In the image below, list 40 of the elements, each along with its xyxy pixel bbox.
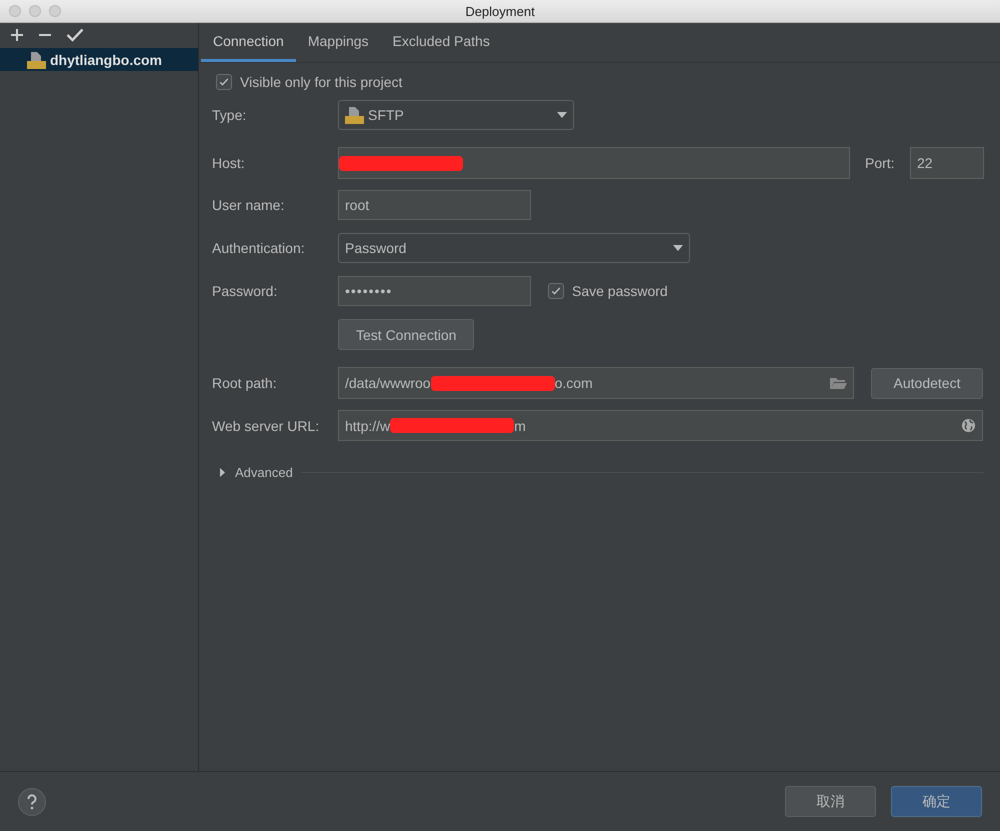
checkbox[interactable] bbox=[216, 74, 232, 90]
globe-icon[interactable] bbox=[961, 418, 976, 433]
check-mark-icon bbox=[550, 285, 562, 297]
cancel-button[interactable]: 取消 bbox=[785, 786, 876, 817]
field-label: User name: bbox=[212, 197, 286, 213]
checkbox-label: Save password bbox=[572, 283, 668, 299]
tab[interactable]: Connection bbox=[201, 23, 296, 62]
field-label: Password: bbox=[212, 283, 278, 299]
type-dropdown[interactable]: SFTP bbox=[338, 100, 574, 130]
password-field[interactable]: •••••••• bbox=[338, 276, 531, 306]
field-label: Type: bbox=[212, 107, 248, 123]
window-title: Deployment bbox=[465, 4, 535, 18]
check-mark-icon bbox=[218, 76, 230, 88]
authentication-dropdown[interactable]: Password bbox=[338, 233, 690, 263]
expand-arrow-icon[interactable] bbox=[218, 468, 227, 477]
field-label: Host: bbox=[212, 155, 246, 171]
caret-icon bbox=[673, 245, 683, 251]
port-field[interactable]: 22 bbox=[910, 147, 984, 179]
host-field[interactable] bbox=[338, 147, 850, 179]
field-label: Root path: bbox=[212, 375, 278, 391]
field-label: Port: bbox=[865, 155, 896, 171]
autodetect-button[interactable]: Autodetect bbox=[871, 368, 983, 398]
server-item[interactable]: dhytliangbo.com bbox=[0, 48, 198, 71]
root-path-field[interactable]: /data/wwwroo o.com bbox=[338, 367, 854, 399]
folder-icon[interactable] bbox=[829, 376, 847, 390]
section-label[interactable]: Advanced bbox=[235, 465, 293, 480]
test-connection-button[interactable]: Test Connection bbox=[338, 319, 474, 350]
add-icon[interactable] bbox=[10, 28, 24, 42]
ok-button[interactable]: 确定 bbox=[891, 786, 982, 817]
field-label: Authentication: bbox=[212, 240, 306, 256]
checkbox-label: Visible only for this project bbox=[240, 74, 402, 90]
web-server-url-field[interactable]: http://w m bbox=[338, 410, 983, 441]
user-name-field[interactable]: root bbox=[338, 190, 531, 220]
field-label: Web server URL: bbox=[212, 418, 320, 434]
help-icon[interactable] bbox=[18, 788, 46, 816]
checkbox[interactable] bbox=[548, 283, 564, 299]
tab[interactable]: Mappings bbox=[296, 23, 381, 62]
caret-icon bbox=[557, 112, 567, 118]
tab[interactable]: Excluded Paths bbox=[380, 23, 502, 62]
check-icon[interactable] bbox=[66, 28, 84, 42]
